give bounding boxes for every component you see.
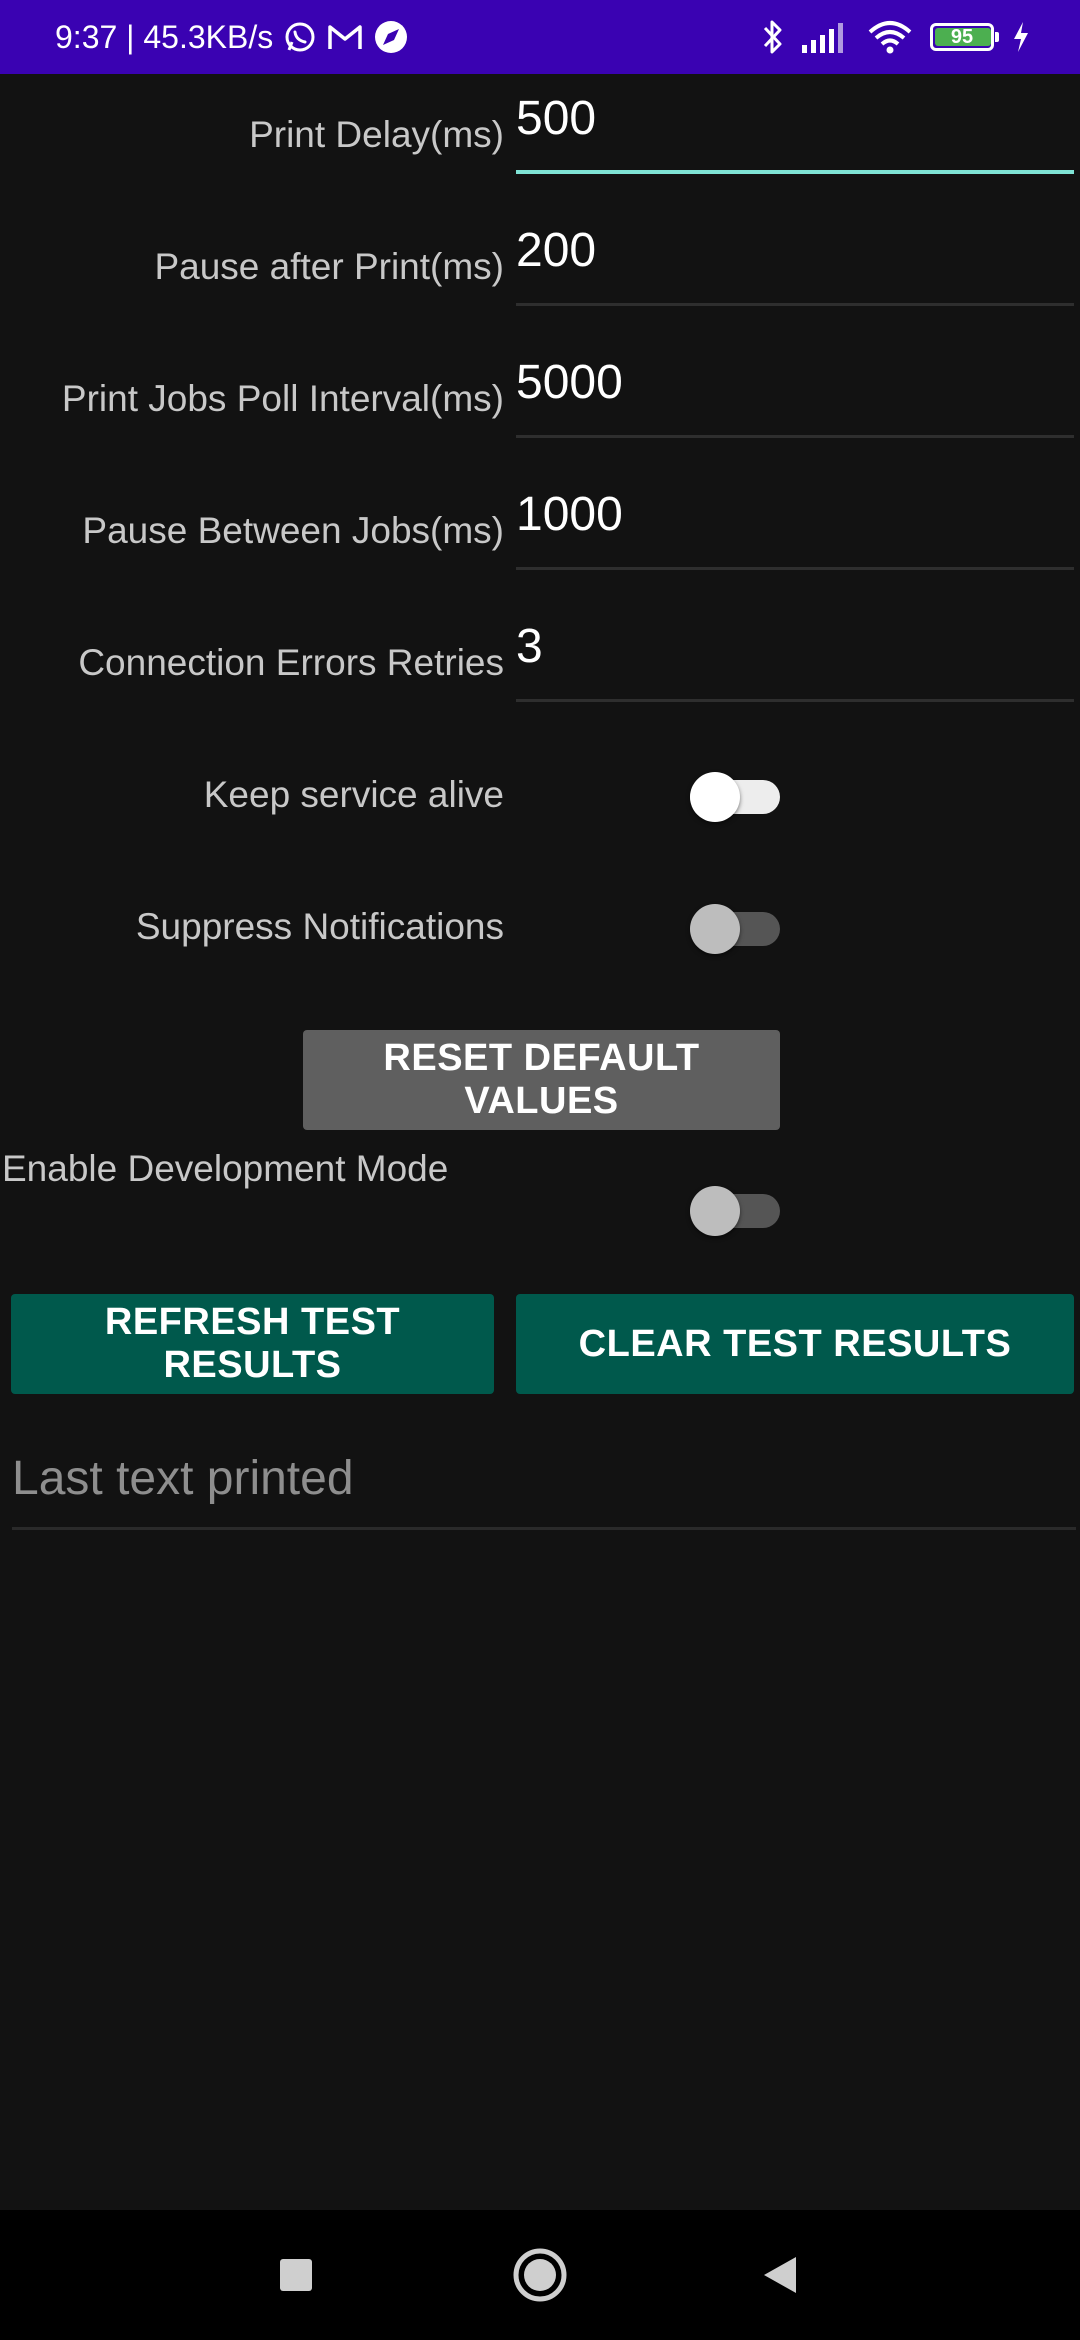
print-delay-input[interactable]	[516, 74, 1074, 170]
status-time-speed: 9:37 | 45.3KB/s	[55, 18, 274, 55]
settings-screen: Print Delay(ms) Pause after Print(ms) Pr…	[0, 74, 1080, 2210]
square-icon	[280, 2259, 312, 2291]
pause-after-print-input[interactable]	[516, 206, 1074, 303]
navigation-bar	[0, 2210, 1080, 2340]
whatsapp-icon	[285, 22, 315, 52]
signal-icon	[802, 23, 843, 53]
connection-retries-input[interactable]	[516, 602, 1074, 699]
battery-level: 95	[950, 25, 974, 48]
reset-default-values-button[interactable]: RESET DEFAULT VALUES	[303, 1030, 780, 1130]
poll-interval-input[interactable]	[516, 338, 1074, 435]
last-text-printed-input[interactable]	[12, 1430, 1076, 1527]
poll-interval-field[interactable]	[516, 338, 1074, 438]
keep-alive-switch[interactable]	[690, 772, 780, 822]
battery-icon: 95	[930, 23, 999, 51]
keep-alive-label: Keep service alive	[203, 774, 504, 815]
triangle-back-icon	[764, 2257, 796, 2293]
clear-test-results-button[interactable]: CLEAR TEST RESULTS	[516, 1294, 1074, 1394]
status-bar: 9:37 | 45.3KB/s 95	[0, 0, 1080, 74]
home-button[interactable]	[480, 2210, 600, 2340]
compass-icon	[375, 21, 408, 53]
switch-thumb	[690, 772, 740, 822]
bluetooth-icon	[763, 20, 782, 54]
last-text-printed-field[interactable]	[12, 1430, 1076, 1530]
back-button[interactable]	[720, 2210, 840, 2340]
wifi-icon	[868, 21, 912, 54]
dev-mode-label: Enable Development Mode	[2, 1148, 449, 1189]
suppress-notifications-switch[interactable]	[690, 904, 780, 954]
pause-between-jobs-input[interactable]	[516, 470, 1074, 567]
connection-retries-label: Connection Errors Retries	[78, 642, 504, 683]
connection-retries-field[interactable]	[516, 602, 1074, 702]
poll-interval-label: Print Jobs Poll Interval(ms)	[61, 378, 504, 419]
charging-icon	[1014, 22, 1028, 52]
switch-thumb	[690, 1186, 740, 1236]
print-delay-label: Print Delay(ms)	[249, 114, 504, 155]
switch-thumb	[690, 904, 740, 954]
dev-mode-switch[interactable]	[690, 1186, 780, 1236]
pause-between-jobs-field[interactable]	[516, 470, 1074, 570]
pause-between-jobs-label: Pause Between Jobs(ms)	[82, 510, 504, 551]
recents-button[interactable]	[236, 2210, 356, 2340]
circle-icon	[513, 2248, 567, 2302]
pause-after-print-field[interactable]	[516, 206, 1074, 306]
gmail-icon	[328, 25, 362, 49]
pause-after-print-label: Pause after Print(ms)	[154, 246, 504, 287]
print-delay-field[interactable]	[516, 74, 1074, 174]
suppress-notifications-label: Suppress Notifications	[135, 906, 504, 947]
refresh-test-results-button[interactable]: REFRESH TEST RESULTS	[11, 1294, 494, 1394]
